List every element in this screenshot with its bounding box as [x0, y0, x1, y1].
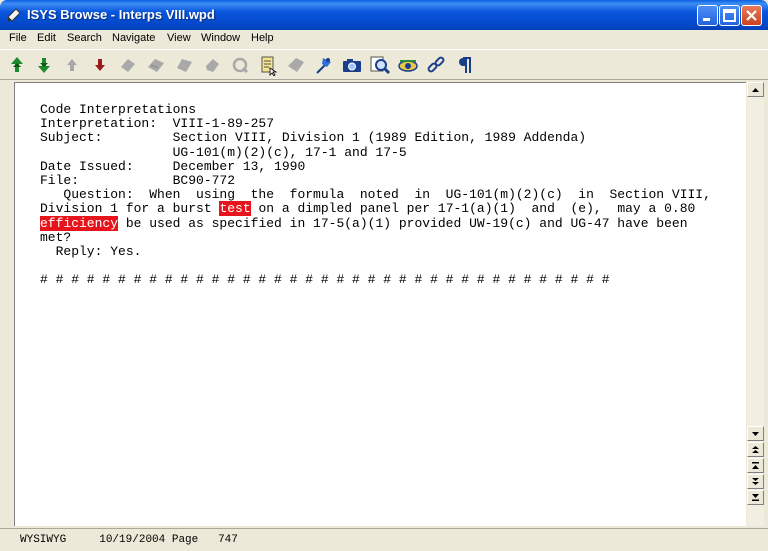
menu-edit[interactable]: Edit — [37, 32, 56, 44]
next-page-button[interactable] — [747, 474, 764, 489]
view-eye-button[interactable] — [397, 54, 419, 76]
doc-line-3: Subject: Section VIII, Division 1 (1989 … — [40, 130, 587, 146]
document-text: Code Interpretations Interpretation: VII… — [40, 102, 711, 288]
menu-navigate[interactable]: Navigate — [112, 32, 155, 44]
menu-view[interactable]: View — [167, 32, 191, 44]
last-page-button[interactable] — [747, 490, 764, 505]
doc-line-11: Reply: Yes. — [40, 244, 142, 260]
vertical-scrollbar[interactable] — [747, 82, 764, 526]
scroll-down-arrow-icon — [752, 432, 759, 436]
link-button[interactable] — [425, 54, 447, 76]
next-down-button[interactable] — [89, 54, 111, 76]
menu-file[interactable]: File — [9, 32, 27, 44]
eraser4-button[interactable] — [201, 54, 223, 76]
previous-page-button[interactable] — [747, 442, 764, 457]
highlight-icon — [232, 57, 249, 74]
menu-help[interactable]: Help — [251, 32, 274, 44]
pin-button[interactable] — [313, 54, 335, 76]
status-text: WYSIWYG 10/19/2004 Page 747 — [20, 534, 238, 546]
title-bar: ISYS Browse - Interps VIII.wpd — [0, 0, 768, 30]
search-hit-efficiency[interactable]: efficiency — [40, 215, 119, 231]
notepad-icon — [261, 56, 278, 76]
page-up-icon — [752, 446, 759, 453]
separator-line: # # # # # # # # # # # # # # # # # # # # … — [40, 272, 610, 288]
first-page-button[interactable] — [747, 458, 764, 473]
page-top-icon — [752, 462, 759, 469]
link-icon — [427, 56, 445, 73]
eraser2-icon — [148, 59, 164, 72]
doc-line-8-end: on a dimpled panel per 17-1(a)(1) and (e… — [250, 201, 696, 217]
doc-line-1: Code Interpretations — [40, 102, 197, 117]
previous-up-icon — [67, 59, 77, 71]
menu-search[interactable]: Search — [67, 32, 102, 44]
first-hit-up-button[interactable] — [6, 54, 28, 76]
page-bottom-icon — [752, 494, 759, 501]
doc-line-4: UG-101(m)(2)(c), 17-1 and 17-5 — [40, 144, 407, 160]
close-button[interactable] — [741, 5, 762, 26]
doc-line-9-end: be used as specified in 17-5(a)(1) provi… — [118, 215, 688, 231]
eraser-button[interactable] — [117, 54, 139, 76]
minimize-button[interactable] — [697, 5, 718, 26]
next-down-icon — [95, 59, 105, 71]
doc-line-8-start: Division 1 for a burst — [40, 201, 220, 217]
scroll-up-button[interactable] — [747, 82, 764, 97]
status-page-number: 747 — [218, 534, 238, 546]
view-eye-icon — [398, 60, 418, 72]
camera-button[interactable] — [341, 54, 363, 76]
scroll-down-button[interactable] — [747, 426, 764, 441]
first-hit-up-icon — [11, 57, 23, 72]
eraser3-icon — [177, 59, 192, 72]
next-hit-down-button[interactable] — [33, 54, 55, 76]
status-date: 10/19/2004 — [99, 534, 166, 546]
search-hit-test[interactable]: test — [219, 201, 251, 217]
tag-icon — [288, 58, 304, 72]
status-mode: WYSIWYG — [20, 534, 67, 546]
toolbar — [0, 49, 768, 80]
pilcrow-button[interactable] — [453, 54, 475, 76]
window-title: ISYS Browse - Interps VIII.wpd — [27, 7, 215, 22]
magnify-button[interactable] — [369, 54, 391, 76]
scroll-up-arrow-icon — [752, 88, 759, 92]
doc-line-5: Date Issued: December 13, 1990 — [40, 158, 306, 174]
status-page-label: Page — [171, 534, 199, 546]
eraser2-button[interactable] — [145, 54, 167, 76]
highlight-button[interactable] — [229, 54, 251, 76]
previous-up-button[interactable] — [61, 54, 83, 76]
notepad-button[interactable] — [257, 54, 279, 76]
camera-icon — [343, 59, 361, 72]
doc-line-10: met? — [40, 229, 72, 245]
doc-line-7: Question: When using the formula noted i… — [40, 187, 711, 203]
close-icon — [746, 10, 757, 21]
document-view[interactable]: Code Interpretations Interpretation: VII… — [15, 82, 746, 526]
tag-button[interactable] — [285, 54, 307, 76]
pilcrow-icon — [459, 57, 471, 73]
next-hit-down-icon — [38, 58, 50, 73]
eraser3-button[interactable] — [173, 54, 195, 76]
page-down-icon — [752, 478, 759, 485]
doc-line-6: File: BC90-772 — [40, 173, 236, 189]
status-bar: WYSIWYG 10/19/2004 Page 747 — [0, 528, 768, 551]
left-gutter — [5, 82, 15, 526]
maximize-icon — [723, 9, 736, 22]
menu-bar: File Edit Search Navigate View Window He… — [0, 30, 768, 49]
pin-icon — [316, 58, 331, 74]
eraser-icon — [121, 59, 135, 72]
doc-line-2: Interpretation: VIII-1-89-257 — [40, 116, 275, 132]
maximize-button[interactable] — [719, 5, 740, 26]
app-icon — [7, 8, 21, 22]
magnify-icon — [370, 56, 391, 75]
eraser4-icon — [206, 59, 219, 72]
menu-window[interactable]: Window — [201, 32, 240, 44]
minimize-icon — [703, 18, 710, 21]
